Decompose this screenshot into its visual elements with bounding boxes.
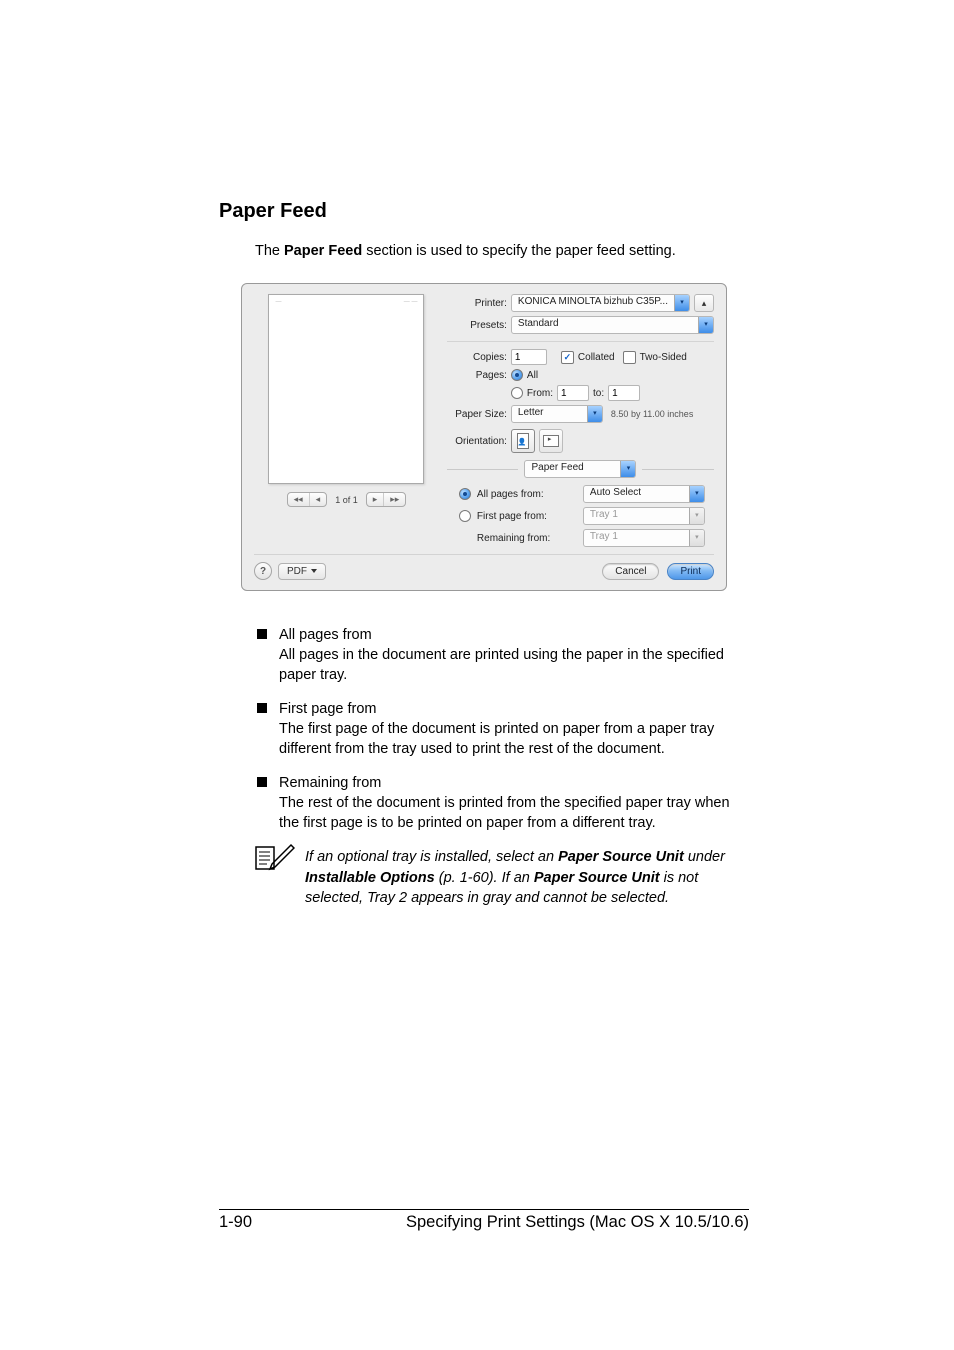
orientation-portrait-button[interactable]: 👤	[511, 429, 535, 453]
pages-all-label: All	[527, 370, 538, 381]
preview-placeholder-text: —	[275, 299, 281, 305]
select-arrows-icon: ▾	[689, 530, 704, 546]
note-bold: Paper Source Unit	[558, 849, 684, 865]
next-page-icon[interactable]: ▸	[367, 493, 385, 506]
intro-pre: The	[255, 243, 284, 259]
item-body: The first page of the document is printe…	[279, 719, 749, 759]
first-page-from-select[interactable]: Tray 1 ▾	[583, 507, 705, 525]
presets-label: Presets:	[447, 320, 507, 331]
list-item: All pages from All pages in the document…	[255, 625, 749, 685]
pdf-menu-button[interactable]: PDF	[278, 563, 326, 580]
portrait-icon: 👤	[517, 433, 529, 449]
first-page-from-value: Tray 1	[584, 508, 689, 524]
note-text-part: (p. 1-60). If an	[435, 870, 534, 886]
first-page-from-label: First page from:	[477, 511, 577, 522]
pages-range-radio[interactable]	[511, 387, 523, 399]
pages-from-input[interactable]	[557, 385, 589, 401]
intro-post: section is used to specify the paper fee…	[362, 243, 676, 259]
paper-dim-label: 8.50 by 11.00 inches	[611, 409, 693, 419]
page-number: 1-90	[219, 1213, 252, 1232]
landscape-icon: ▸	[543, 435, 559, 447]
pages-all-radio[interactable]	[511, 369, 523, 381]
copies-label: Copies:	[447, 352, 507, 363]
note-bold: Paper Source Unit	[534, 870, 660, 886]
intro-bold: Paper Feed	[284, 243, 362, 259]
two-sided-checkbox[interactable]	[623, 351, 636, 364]
copies-input[interactable]	[511, 349, 547, 365]
pdf-label: PDF	[287, 566, 307, 577]
remaining-from-select[interactable]: Tray 1 ▾	[583, 529, 705, 547]
all-pages-from-value: Auto Select	[584, 486, 689, 502]
paper-size-value: Letter	[512, 406, 587, 422]
all-pages-from-select[interactable]: Auto Select ▾	[583, 485, 705, 503]
paper-size-select[interactable]: Letter ▾	[511, 405, 603, 423]
printer-select[interactable]: KONICA MINOLTA bizhub C35P... ▾	[511, 294, 690, 312]
last-page-icon[interactable]: ▸▸	[384, 493, 405, 506]
preview-next-group[interactable]: ▸ ▸▸	[366, 492, 407, 507]
section-heading: Paper Feed	[219, 200, 749, 223]
item-title: Remaining from	[279, 773, 749, 793]
help-button[interactable]: ?	[254, 562, 272, 580]
orientation-label: Orientation:	[447, 436, 507, 447]
note-icon	[255, 843, 295, 871]
two-sided-label: Two-Sided	[640, 352, 687, 363]
note-text-part: under	[684, 849, 725, 865]
intro-text: The Paper Feed section is used to specif…	[255, 241, 749, 261]
all-pages-from-label: All pages from:	[477, 489, 577, 500]
pages-to-label: to:	[593, 388, 604, 399]
item-body: All pages in the document are printed us…	[279, 645, 749, 685]
note-text: If an optional tray is installed, select…	[305, 847, 749, 908]
item-title: First page from	[279, 699, 749, 719]
footer-rule	[219, 1209, 749, 1210]
printer-select-value: KONICA MINOLTA bizhub C35P...	[512, 295, 674, 311]
remaining-from-label: Remaining from:	[477, 533, 577, 544]
select-arrows-icon: ▾	[674, 295, 689, 311]
paper-size-label: Paper Size:	[447, 409, 507, 420]
presets-select[interactable]: Standard ▾	[511, 316, 714, 334]
feature-list: All pages from All pages in the document…	[255, 625, 749, 833]
print-preview: — — —	[268, 294, 424, 484]
list-item: Remaining from The rest of the document …	[255, 773, 749, 833]
item-title: All pages from	[279, 625, 749, 645]
preview-page-counter: 1 of 1	[335, 495, 358, 505]
printer-status-button[interactable]: ▴	[694, 294, 714, 312]
select-arrows-icon: ▾	[689, 486, 704, 502]
select-arrows-icon: ▾	[689, 508, 704, 524]
select-arrows-icon: ▾	[698, 317, 713, 333]
remaining-from-value: Tray 1	[584, 530, 689, 546]
footer-title: Specifying Print Settings (Mac OS X 10.5…	[406, 1213, 749, 1232]
page-footer: 1-90 Specifying Print Settings (Mac OS X…	[219, 1209, 749, 1232]
panel-section-value: Paper Feed	[525, 461, 620, 477]
preview-prev-group[interactable]: ◂◂ ◂	[287, 492, 328, 507]
note-bold: Installable Options	[305, 870, 435, 886]
orientation-landscape-button[interactable]: ▸	[539, 429, 563, 453]
item-body: The rest of the document is printed from…	[279, 793, 749, 833]
list-item: First page from The first page of the do…	[255, 699, 749, 759]
presets-select-value: Standard	[512, 317, 698, 333]
printer-label: Printer:	[447, 298, 507, 309]
collated-checkbox[interactable]: ✓	[561, 351, 574, 364]
pages-label: Pages:	[447, 370, 507, 381]
print-dialog: — — — ◂◂ ◂ 1 of 1 ▸ ▸▸	[241, 283, 727, 591]
panel-section-select[interactable]: Paper Feed ▾	[524, 460, 636, 478]
divider	[642, 469, 714, 470]
print-button[interactable]: Print	[667, 563, 714, 580]
chevron-down-icon	[311, 569, 317, 573]
select-arrows-icon: ▾	[587, 406, 602, 422]
note-text-part: If an optional tray is installed, select…	[305, 849, 558, 865]
pages-to-input[interactable]	[608, 385, 640, 401]
collated-label: Collated	[578, 352, 615, 363]
first-page-from-radio[interactable]	[459, 510, 471, 522]
pages-from-label: From:	[527, 388, 553, 399]
divider	[447, 469, 519, 470]
select-arrows-icon: ▾	[620, 461, 635, 477]
cancel-button[interactable]: Cancel	[602, 563, 659, 580]
preview-pager: ◂◂ ◂ 1 of 1 ▸ ▸▸	[287, 492, 407, 507]
all-pages-from-radio[interactable]	[459, 488, 471, 500]
note-block: If an optional tray is installed, select…	[255, 847, 749, 908]
prev-page-icon[interactable]: ◂	[310, 493, 327, 506]
first-page-icon[interactable]: ◂◂	[288, 493, 310, 506]
printer-status-icon: ▴	[702, 298, 707, 309]
